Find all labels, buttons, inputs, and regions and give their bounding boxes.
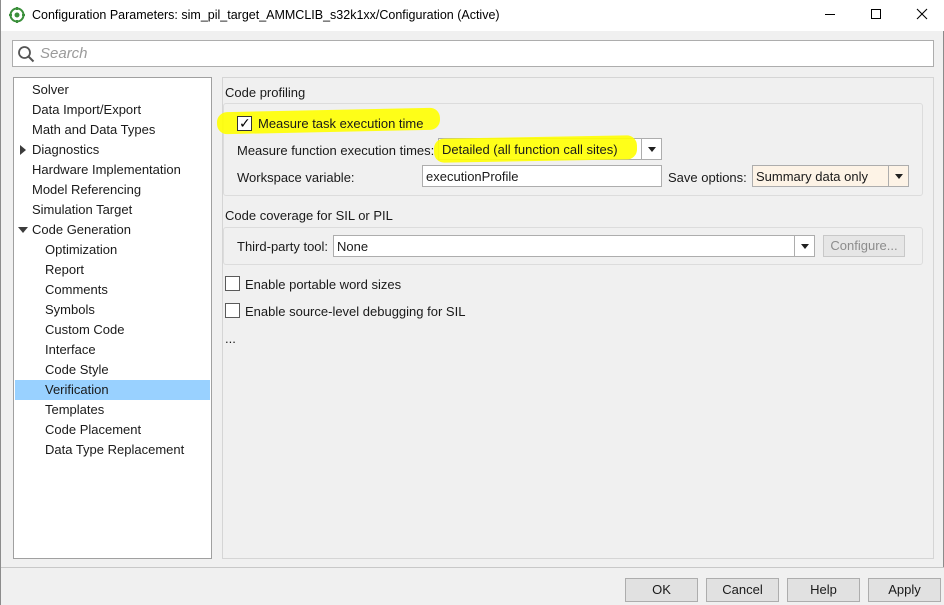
button-bar: OK Cancel Help Apply	[1, 567, 944, 605]
source-level-debugging-checkbox[interactable]	[225, 303, 240, 318]
code-profiling-group: ✓ Measure task execution time Measure fu…	[216, 103, 923, 196]
window-title: Configuration Parameters: sim_pil_target…	[32, 8, 500, 22]
tree-item-label: Symbols	[45, 302, 95, 317]
tree-item-label: Templates	[45, 402, 105, 417]
chevron-down-icon	[801, 244, 809, 249]
expand-right-icon[interactable]	[20, 145, 26, 155]
source-level-debugging-label: Enable source-level debugging for SIL	[245, 304, 466, 319]
tree-item-data-import-export[interactable]: Data Import/Export	[15, 100, 210, 120]
tree-item-label: Report	[45, 262, 85, 277]
tree-item-solver[interactable]: Solver	[15, 80, 210, 100]
tree-item-label: Hardware Implementation	[32, 162, 181, 177]
tree-item-label: Code Generation	[32, 222, 132, 237]
chevron-down-icon	[648, 147, 656, 152]
tree-item-label: Custom Code	[45, 322, 125, 337]
tree-item-label: Data Import/Export	[32, 102, 142, 117]
save-options-dropdown-button[interactable]	[888, 166, 908, 186]
tree-item-label: Solver	[32, 82, 69, 97]
title-bar: Configuration Parameters: sim_pil_target…	[1, 0, 944, 31]
search-input[interactable]	[40, 43, 920, 64]
third-party-tool-dropdown[interactable]: None	[333, 235, 815, 257]
simulink-config-icon	[9, 7, 25, 23]
tree-item-custom-code[interactable]: Custom Code	[15, 320, 210, 340]
search-box	[12, 40, 934, 67]
tree-item-interface[interactable]: Interface	[15, 340, 210, 360]
measure-function-dropdown-button[interactable]	[641, 139, 661, 159]
tree-item-comments[interactable]: Comments	[15, 280, 210, 300]
help-button[interactable]: Help	[787, 578, 860, 602]
close-button[interactable]	[899, 0, 944, 31]
tree-item-label: Comments	[45, 282, 108, 297]
third-party-tool-value: None	[337, 239, 369, 254]
cancel-button[interactable]: Cancel	[706, 578, 779, 602]
tree-item-hardware-implementation[interactable]: Hardware Implementation	[15, 160, 210, 180]
maximize-icon	[870, 8, 882, 23]
third-party-tool-dropdown-button[interactable]	[794, 236, 814, 256]
tree-item-code-placement[interactable]: Code Placement	[15, 420, 210, 440]
code-coverage-title: Code coverage for SIL or PIL	[225, 208, 393, 223]
search-icon	[17, 45, 35, 63]
tree-item-diagnostics[interactable]: Diagnostics	[15, 140, 210, 160]
checkmark-icon: ✓	[239, 115, 251, 131]
tree-item-code-style[interactable]: Code Style	[15, 360, 210, 380]
measure-task-label: Measure task execution time	[258, 116, 424, 131]
maximize-button[interactable]	[853, 0, 899, 31]
tree-item-label: Optimization	[45, 242, 118, 257]
code-profiling-title: Code profiling	[225, 85, 306, 100]
portable-word-sizes-checkbox[interactable]	[225, 276, 240, 291]
config-params-window: Configuration Parameters: sim_pil_target…	[0, 0, 944, 605]
category-tree: Solver Data Import/Export Math and Data Ty…	[13, 77, 212, 559]
workspace-variable-value: executionProfile	[426, 169, 519, 184]
tree-item-label: Model Referencing	[32, 182, 142, 197]
save-options-dropdown[interactable]: Summary data only	[752, 165, 909, 187]
workspace-variable-label: Workspace variable:	[237, 170, 355, 185]
save-options-label: Save options:	[668, 170, 747, 185]
expand-down-icon[interactable]	[18, 227, 28, 233]
tree-item-label: Diagnostics	[32, 142, 100, 157]
measure-function-value: Detailed (all function call sites)	[442, 142, 618, 157]
tree-item-symbols[interactable]: Symbols	[15, 300, 210, 320]
portable-word-sizes-label: Enable portable word sizes	[245, 277, 402, 292]
tree-item-code-generation[interactable]: Code Generation	[15, 220, 210, 240]
ok-button[interactable]: OK	[625, 578, 698, 602]
tree-item-report[interactable]: Report	[15, 260, 210, 280]
third-party-tool-label: Third-party tool:	[237, 239, 329, 254]
tree-item-simulation-target[interactable]: Simulation Target	[15, 200, 210, 220]
apply-button[interactable]: Apply	[868, 578, 941, 602]
tree-item-label: Data Type Replacement	[45, 442, 185, 457]
settings-panel: Code profiling ✓ Measure task execution …	[216, 77, 934, 559]
more-options-ellipsis[interactable]: ...	[225, 331, 236, 346]
close-icon	[916, 8, 928, 23]
save-options-value: Summary data only	[756, 169, 868, 184]
tree-item-label: Simulation Target	[32, 202, 133, 217]
tree-item-label: Code Placement	[45, 422, 142, 437]
minimize-button[interactable]	[807, 0, 853, 31]
tree-item-math-and-data-types[interactable]: Math and Data Types	[15, 120, 210, 140]
tree-item-verification[interactable]: Verification	[15, 380, 210, 400]
minimize-icon	[824, 8, 836, 23]
code-coverage-group: Third-party tool: None Configure...	[223, 227, 923, 265]
tree-item-label: Verification	[45, 382, 109, 397]
tree-item-model-referencing[interactable]: Model Referencing	[15, 180, 210, 200]
tree-item-label: Code Style	[45, 362, 109, 377]
tree-item-label: Math and Data Types	[32, 122, 156, 137]
measure-task-checkbox[interactable]: ✓	[237, 115, 252, 131]
tree-item-optimization[interactable]: Optimization	[15, 240, 210, 260]
configure-button[interactable]: Configure...	[823, 235, 905, 257]
workspace-variable-field[interactable]: executionProfile	[422, 165, 662, 187]
tree-item-data-type-replacement[interactable]: Data Type Replacement	[15, 440, 210, 460]
measure-function-label: Measure function execution times:	[237, 143, 435, 158]
measure-function-dropdown[interactable]: Detailed (all function call sites)	[433, 135, 662, 163]
chevron-down-icon	[895, 174, 903, 179]
tree-item-templates[interactable]: Templates	[15, 400, 210, 420]
tree-item-label: Interface	[45, 342, 96, 357]
